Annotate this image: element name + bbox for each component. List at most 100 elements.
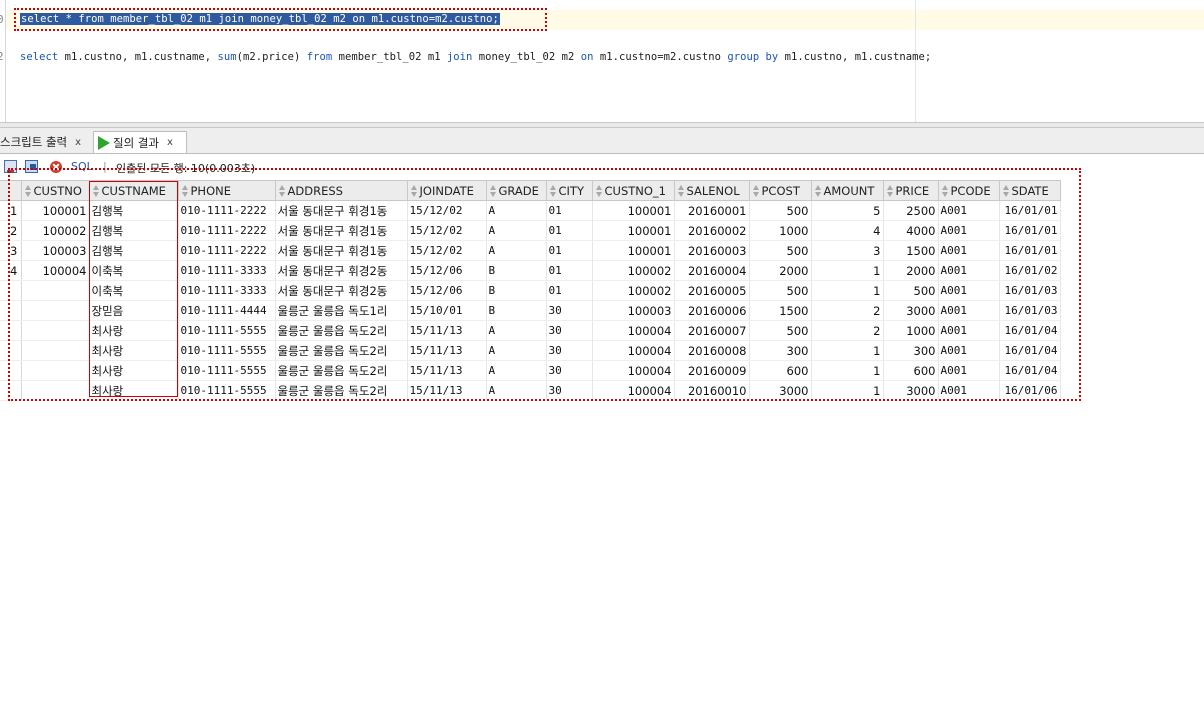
table-cell[interactable]: 서울 동대문구 휘경1동 (275, 200, 408, 221)
table-cell[interactable]: 15/12/02 (407, 240, 487, 261)
table-cell[interactable]: 100004 (592, 360, 675, 381)
table-cell[interactable]: 서울 동대문구 휘경2동 (275, 260, 408, 281)
table-cell[interactable]: 16/01/03 (999, 280, 1061, 301)
cancel-icon[interactable] (50, 161, 62, 173)
table-cell[interactable]: 이축복 (89, 260, 179, 281)
table-cell[interactable]: A (486, 380, 547, 401)
table-cell[interactable]: 서울 동대문구 휘경2동 (275, 280, 408, 301)
table-cell[interactable]: 500 (749, 240, 812, 261)
sort-icon[interactable] (886, 184, 893, 197)
sort-icon[interactable] (814, 184, 821, 197)
table-cell[interactable]: 16/01/06 (999, 380, 1061, 401)
table-cell[interactable]: 20160003 (674, 240, 750, 261)
table-cell[interactable]: 서울 동대문구 휘경1동 (275, 240, 408, 261)
table-cell[interactable]: A001 (938, 380, 1000, 401)
table-cell[interactable]: 500 (749, 280, 812, 301)
table-cell[interactable]: 300 (749, 340, 812, 361)
table-cell[interactable]: A001 (938, 240, 1000, 261)
table-cell[interactable]: 30 (546, 300, 593, 321)
table-row[interactable]: 최사랑 010-1111-5555 울릉군 울릉읍 독도2리 15/11/13 A 30 1… (0, 340, 1061, 361)
table-cell[interactable]: 4000 (883, 220, 939, 241)
table-row[interactable]: 최사랑 010-1111-5555 울릉군 울릉읍 독도2리 15/11/13 A 30 1… (0, 320, 1061, 341)
table-cell[interactable]: 장믿음 (89, 300, 179, 321)
table-cell[interactable] (21, 380, 90, 401)
table-cell[interactable]: 100004 (21, 260, 90, 281)
table-row[interactable]: 3 100003 김행복 010-1111-2222 서울 동대문구 휘경1동 15/12… (0, 240, 1061, 261)
table-cell[interactable]: 울릉군 울릉읍 독도2리 (275, 360, 408, 381)
table-cell[interactable]: B (486, 260, 547, 281)
sort-icon[interactable] (489, 184, 496, 197)
table-cell[interactable]: 김행복 (89, 200, 179, 221)
column-header[interactable]: PHONE (177, 180, 276, 201)
table-cell[interactable]: 15/11/13 (407, 320, 487, 341)
sql-statement[interactable]: select m1.custno, m1.custname, sum(m2.pr… (20, 51, 931, 63)
table-cell[interactable]: 3000 (749, 380, 812, 401)
table-cell[interactable]: 010-1111-5555 (178, 340, 276, 361)
table-cell[interactable]: 20160001 (674, 200, 750, 221)
sort-icon[interactable] (752, 184, 759, 197)
table-cell[interactable]: 1 (811, 360, 884, 381)
table-cell[interactable]: A (486, 220, 547, 241)
table-cell[interactable]: 최사랑 (89, 360, 179, 381)
table-cell[interactable]: 울릉군 울릉읍 독도2리 (275, 320, 408, 341)
table-cell[interactable]: 100001 (592, 240, 675, 261)
table-cell[interactable]: 20160002 (674, 220, 750, 241)
table-cell[interactable]: 1000 (749, 220, 812, 241)
table-cell[interactable]: 500 (883, 280, 939, 301)
table-cell[interactable]: 100004 (592, 340, 675, 361)
table-cell[interactable]: 1500 (749, 300, 812, 321)
table-cell[interactable]: 2 (811, 300, 884, 321)
table-cell[interactable]: 1000 (883, 320, 939, 341)
table-cell[interactable]: 15/12/02 (407, 220, 487, 241)
table-cell[interactable]: 100001 (21, 200, 90, 221)
table-cell[interactable]: 울릉군 울릉읍 독도2리 (275, 380, 408, 401)
table-cell[interactable]: 010-1111-5555 (178, 380, 276, 401)
table-cell[interactable]: 15/10/01 (407, 300, 487, 321)
table-row[interactable]: 최사랑 010-1111-5555 울릉군 울릉읍 독도2리 15/11/13 A 30 1… (0, 360, 1061, 381)
table-cell[interactable]: A (486, 320, 547, 341)
column-header[interactable]: CUSTNAME (88, 180, 179, 201)
table-cell[interactable] (21, 340, 90, 361)
table-cell[interactable]: 3000 (883, 300, 939, 321)
sort-icon[interactable] (278, 184, 285, 197)
table-cell[interactable]: A001 (938, 300, 1000, 321)
column-header[interactable]: ADDRESS (274, 180, 408, 201)
table-cell[interactable]: 1 (811, 260, 884, 281)
table-cell[interactable]: 16/01/01 (999, 200, 1061, 221)
sort-icon[interactable] (595, 184, 602, 197)
sort-icon[interactable] (941, 184, 948, 197)
table-cell[interactable]: 16/01/02 (999, 260, 1061, 281)
column-header[interactable]: CUSTNO (20, 180, 90, 201)
column-header[interactable]: PCOST (748, 180, 812, 201)
table-cell[interactable]: A001 (938, 260, 1000, 281)
table-cell[interactable]: 100002 (592, 280, 675, 301)
table-cell[interactable]: A001 (938, 280, 1000, 301)
table-cell[interactable]: A (486, 340, 547, 361)
sql-link[interactable]: SQL (71, 160, 93, 173)
table-cell[interactable]: 15/11/13 (407, 340, 487, 361)
table-cell[interactable]: 20160010 (674, 380, 750, 401)
table-cell[interactable]: A (486, 240, 547, 261)
table-cell[interactable]: 울릉군 울릉읍 독도1리 (275, 300, 408, 321)
table-cell[interactable]: 30 (546, 380, 593, 401)
table-cell[interactable]: A001 (938, 220, 1000, 241)
sort-icon[interactable] (24, 184, 31, 197)
table-row[interactable]: 4 100004 이축복 010-1111-3333 서울 동대문구 휘경2동 15/12… (0, 260, 1061, 281)
table-cell[interactable]: 01 (546, 280, 593, 301)
column-header[interactable]: CUSTNO_1 (591, 180, 675, 201)
table-cell[interactable]: A001 (938, 320, 1000, 341)
table-cell[interactable]: 01 (546, 200, 593, 221)
table-cell[interactable]: 20160006 (674, 300, 750, 321)
column-header[interactable]: PRICE (882, 180, 939, 201)
result-grid[interactable]: CUSTNO CUSTNAME PHONE ADDRESS JOINDATE G… (0, 180, 1061, 401)
table-cell[interactable]: 16/01/04 (999, 360, 1061, 381)
table-cell[interactable]: 100001 (592, 200, 675, 221)
table-cell[interactable]: 최사랑 (89, 320, 179, 341)
table-cell[interactable]: 2 (811, 320, 884, 341)
column-header[interactable]: SDATE (998, 180, 1061, 201)
column-header[interactable]: PCODE (937, 180, 1000, 201)
table-cell[interactable]: 최사랑 (89, 340, 179, 361)
sort-icon[interactable] (1002, 184, 1009, 197)
table-cell[interactable]: A (486, 200, 547, 221)
table-cell[interactable]: 김행복 (89, 220, 179, 241)
